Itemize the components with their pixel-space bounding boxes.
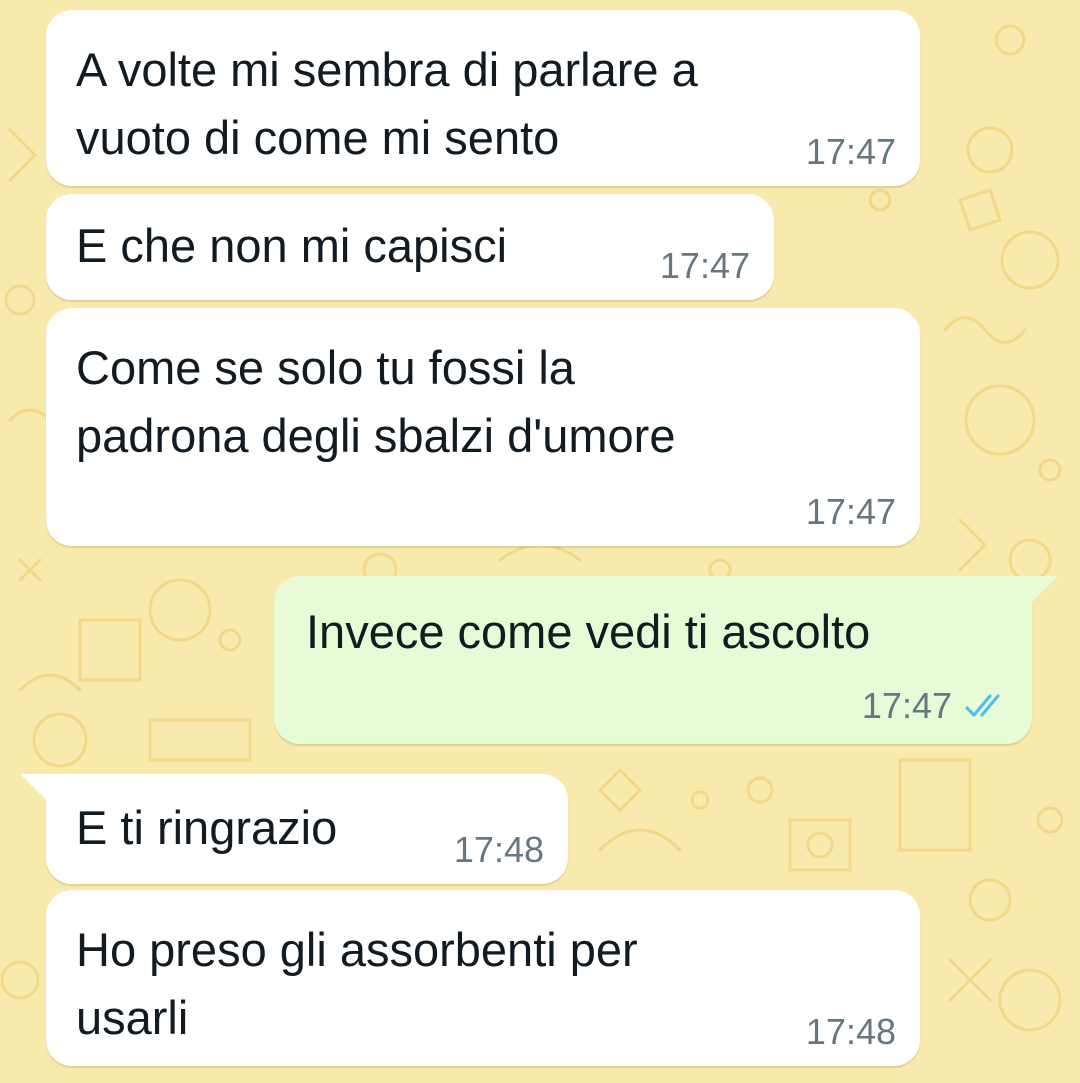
message-meta: 17:47	[862, 686, 1008, 726]
message-meta: 17:47	[660, 246, 750, 286]
message-time: 17:47	[659, 245, 750, 286]
conversation-list[interactable]: A volte mi sembra di parlare a vuoto di …	[0, 0, 1080, 1083]
message-text: Come se solo tu fossi la padrona degli s…	[76, 341, 676, 462]
message-meta: 17:47	[806, 132, 896, 172]
message-text: Ho preso gli assorbenti per usarli	[76, 923, 638, 1044]
message-bubble-outgoing[interactable]: Invece come vedi ti ascolto 17:47	[274, 576, 1058, 744]
message-bubble-incoming[interactable]: Come se solo tu fossi la padrona degli s…	[46, 308, 920, 546]
message-meta: 17:48	[454, 830, 544, 870]
bubble-tail	[20, 774, 50, 804]
message-text: A volte mi sembra di parlare a vuoto di …	[76, 43, 698, 164]
message-text: E che non mi capisci	[76, 219, 508, 272]
double-check-read-icon	[965, 694, 1000, 717]
message-time: 17:47	[805, 131, 896, 172]
message-time: 17:48	[453, 829, 544, 870]
message-time: 17:47	[861, 685, 952, 726]
bubble-tail	[1028, 576, 1058, 606]
message-time: 17:48	[805, 1011, 896, 1052]
message-meta: 17:48	[806, 1012, 896, 1052]
message-bubble-incoming[interactable]: A volte mi sembra di parlare a vuoto di …	[46, 10, 920, 186]
message-text: Invece come vedi ti ascolto	[306, 605, 871, 658]
message-meta: 17:47	[806, 492, 896, 532]
message-bubble-incoming[interactable]: Ho preso gli assorbenti per usarli 17:48	[46, 890, 920, 1066]
message-bubble-incoming[interactable]: E che non mi capisci 17:47	[46, 194, 774, 300]
message-bubble-incoming[interactable]: E ti ringrazio 17:48	[20, 774, 568, 884]
message-time: 17:47	[805, 491, 896, 532]
message-text: E ti ringrazio	[76, 801, 338, 854]
